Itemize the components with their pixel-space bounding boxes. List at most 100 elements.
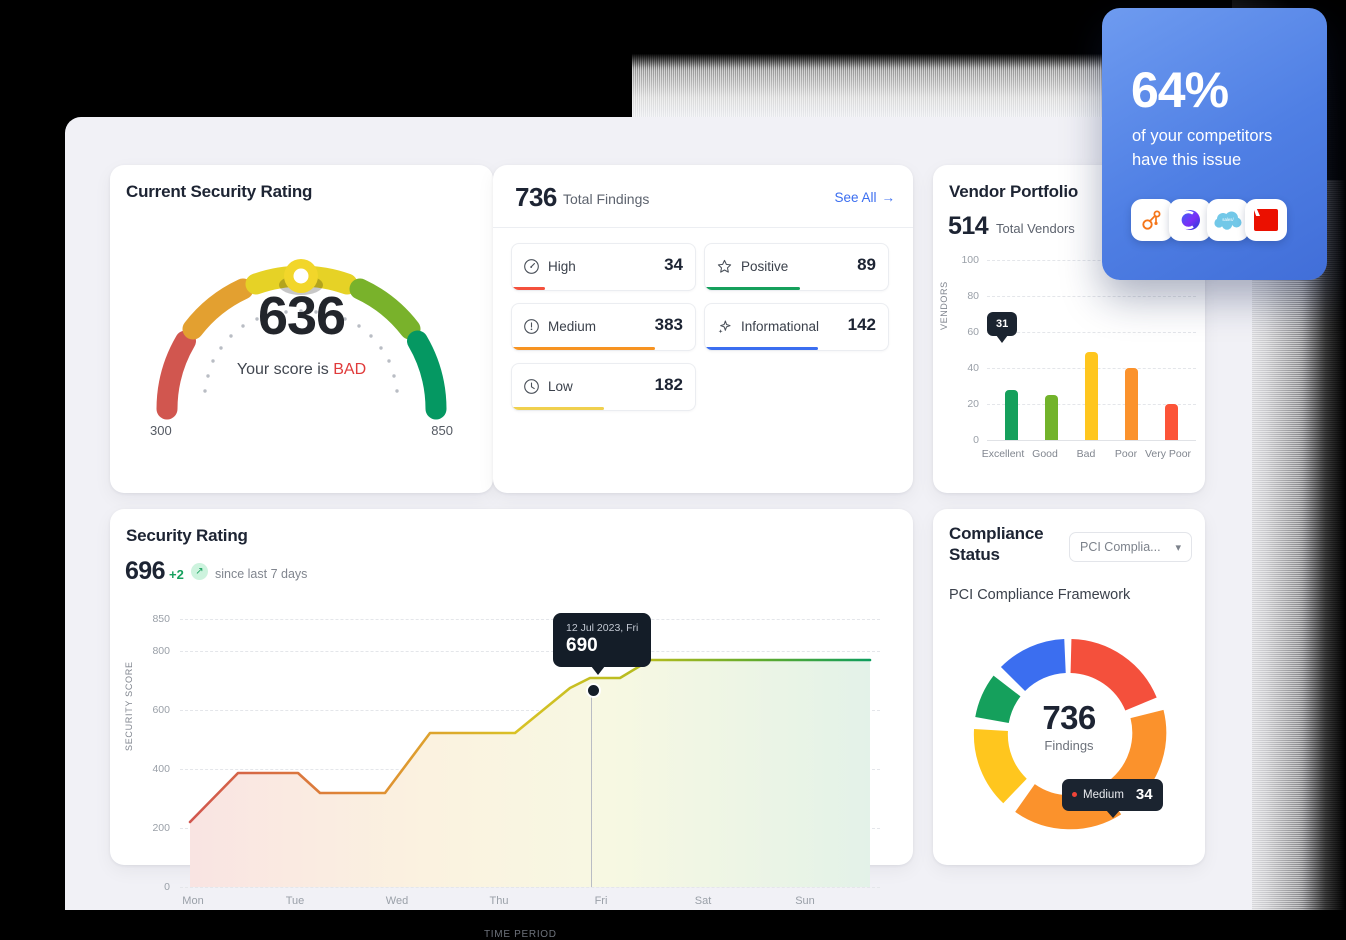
- gauge-needle-hole: [293, 268, 309, 284]
- severity-dot-icon: [1072, 792, 1077, 798]
- finding-card-high[interactable]: High 34: [511, 243, 696, 291]
- vendor-bar-good[interactable]: [1045, 395, 1058, 440]
- promo-percent: 64%: [1131, 62, 1229, 118]
- contentful-logo: [1169, 199, 1211, 241]
- findings-total-value: 736: [515, 182, 557, 212]
- vendor-ytick: 20: [967, 398, 979, 410]
- security-rating-line-chart: SECURITY SCORE 850 800 600 400 200 0 12 …: [110, 591, 913, 940]
- finding-value: 34: [664, 255, 683, 274]
- compliance-framework-select[interactable]: PCI Complia... ▾: [1069, 532, 1192, 562]
- donut-tooltip-value: 34: [1135, 786, 1153, 804]
- gauge-verdict-prefix: Your score is: [236, 361, 329, 378]
- line-xtick: Mon: [182, 895, 204, 907]
- security-rating-score: 696: [125, 557, 166, 585]
- finding-label: Positive: [741, 259, 789, 274]
- line-ytick: 600: [152, 704, 170, 716]
- vendor-bar-poor[interactable]: [1125, 368, 1138, 440]
- clock-icon: [524, 379, 539, 394]
- findings-total-label: Total Findings: [563, 191, 650, 207]
- donut-center-text: 736 Findings: [950, 699, 1188, 753]
- finding-card-informational[interactable]: Informational 142: [704, 303, 889, 351]
- vendor-ytick: 100: [961, 254, 979, 266]
- star-icon: [717, 259, 732, 273]
- line-tooltip-crosshair: [591, 688, 592, 887]
- donut-segment-informational: [1000, 639, 1067, 692]
- gauge-score-value: 636: [257, 286, 346, 346]
- line-tooltip-value: 690: [566, 635, 598, 656]
- vendor-portfolio-title: Vendor Portfolio: [949, 182, 1079, 201]
- compliance-status-title: Compliance Status: [949, 524, 1044, 564]
- vendor-ytick: 40: [967, 362, 979, 374]
- finding-value: 142: [847, 315, 876, 334]
- vendor-bar-chart: VENDORS 100 80 60 40 20 0 31 Excellent G…: [939, 254, 1198, 475]
- screenshot-stage: Current Security Rating 636 Your score i…: [0, 0, 1346, 940]
- finding-value: 89: [857, 255, 876, 274]
- security-rating-title: Security Rating: [126, 526, 248, 545]
- adobe-logo: [1245, 199, 1287, 241]
- total-findings-card: 736 Total Findings See All → High 34 Pos…: [493, 165, 913, 493]
- line-ytick: 800: [152, 645, 170, 657]
- line-xtick: Sun: [795, 895, 815, 907]
- vendor-y-axis-title: VENDORS: [939, 281, 949, 330]
- security-rating-delta: +2: [169, 567, 184, 582]
- vendor-bar-excellent[interactable]: [1005, 389, 1018, 440]
- vendor-axis-line: [987, 440, 1196, 441]
- line-xtick: Tue: [285, 895, 305, 907]
- vendor-tooltip-value: 31: [996, 318, 1009, 330]
- vendor-ytick: 0: [973, 434, 979, 446]
- gauge-verdict: Your score is BAD: [110, 361, 493, 379]
- vendor-bar-very-poor[interactable]: [1165, 404, 1178, 440]
- finding-value: 182: [654, 375, 683, 394]
- current-security-rating-card: Current Security Rating 636 Your score i…: [110, 165, 493, 493]
- line-ytick: 0: [164, 881, 170, 893]
- donut-center-value: 736: [1042, 699, 1096, 736]
- promo-text: of your competitors have this issue: [1132, 127, 1273, 169]
- donut-tooltip: Medium 34: [1062, 779, 1163, 818]
- finding-progress-bar: [512, 347, 655, 350]
- arrow-right-icon: →: [881, 190, 896, 205]
- compliance-status-card: Compliance Status PCI Complia... ▾ PCI C…: [933, 509, 1205, 865]
- line-tooltip-date: 12 Jul 2023, Fri: [566, 622, 639, 634]
- finding-card-positive[interactable]: Positive 89: [704, 243, 889, 291]
- vendor-total-value: 514: [948, 212, 989, 240]
- compliance-select-value: PCI Complia...: [1080, 540, 1161, 554]
- competitor-issue-promo-card: 64% of your competitors have this issue: [1102, 8, 1327, 280]
- alert-clock-icon: [524, 319, 539, 334]
- finding-progress-bar: [705, 287, 801, 290]
- vendor-ytick: 60: [967, 326, 979, 338]
- see-all-link[interactable]: See All →: [834, 190, 895, 205]
- line-chart-tooltip: 12 Jul 2023, Fri 690: [553, 613, 652, 675]
- line-ytick: 200: [152, 822, 170, 834]
- gauge-clock-icon: [524, 259, 539, 274]
- finding-label: Medium: [548, 319, 597, 334]
- line-tooltip-point[interactable]: [586, 683, 601, 698]
- gauge-min-label: 300: [150, 423, 172, 438]
- findings-header: 736 Total Findings See All →: [493, 165, 913, 228]
- vendor-bars: [987, 260, 1193, 440]
- sparkle-icon: [718, 320, 731, 334]
- finding-card-medium[interactable]: Medium 383: [511, 303, 696, 351]
- finding-label: Low: [548, 379, 573, 394]
- vendor-bar-tooltip: 31: [987, 312, 1018, 343]
- findings-grid: High 34 Positive 89 Medium 383 Informati…: [511, 243, 901, 423]
- vendor-bar-bad[interactable]: [1085, 351, 1098, 440]
- page-title: Current Security Rating: [126, 182, 313, 201]
- trend-up-icon: ↗: [191, 563, 208, 580]
- compliance-donut-chart: 736 Findings Medium 34: [950, 619, 1188, 849]
- finding-card-low[interactable]: Low 182: [511, 363, 696, 411]
- line-ytick: 400: [152, 763, 170, 775]
- line-xtick: Fri: [594, 895, 608, 907]
- finding-label: High: [548, 259, 576, 274]
- dashboard-surface: Current Security Rating 636 Your score i…: [65, 117, 1252, 940]
- line-ytick: 850: [152, 613, 170, 625]
- hubspot-logo: [1131, 199, 1173, 241]
- donut-segment-high: [1069, 639, 1157, 712]
- donut-center-label: Findings: [1044, 738, 1094, 753]
- finding-progress-bar: [705, 347, 819, 350]
- see-all-label: See All: [834, 190, 877, 205]
- gauge-max-label: 850: [431, 423, 453, 438]
- promo-logo-row: sales/: [1131, 199, 1287, 241]
- finding-progress-bar: [512, 407, 604, 410]
- line-x-axis-title: TIME PERIOD: [484, 929, 557, 940]
- finding-value: 383: [654, 315, 683, 334]
